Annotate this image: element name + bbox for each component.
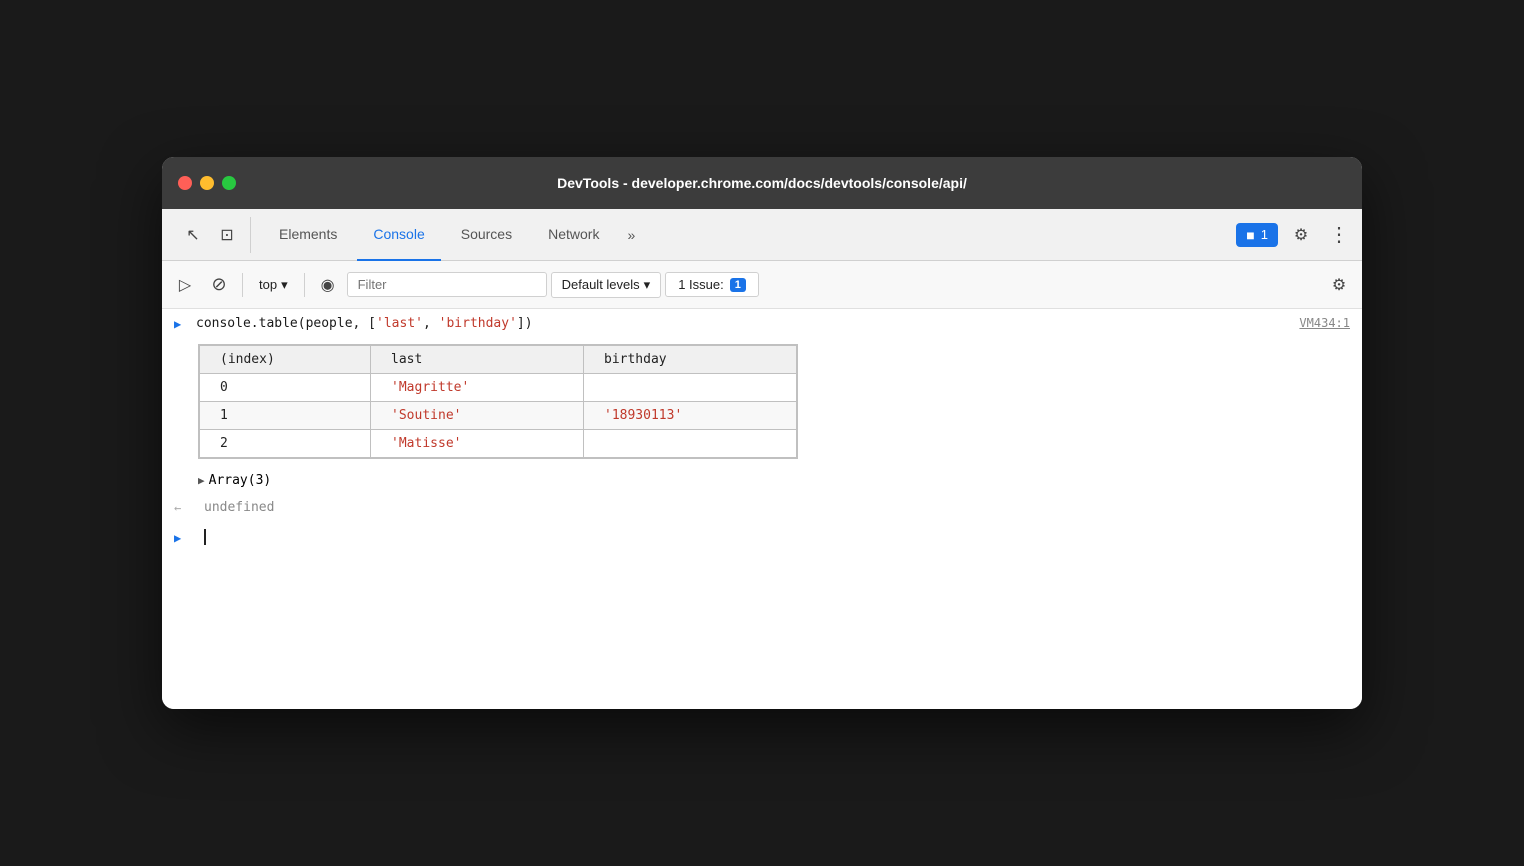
- devtools-window: DevTools - developer.chrome.com/docs/dev…: [162, 157, 1362, 709]
- default-levels-button[interactable]: Default levels ▾: [551, 272, 662, 298]
- cursor-blink: [204, 529, 206, 545]
- console-table: (index) last birthday 0 'Magritte' 1 'So…: [199, 345, 797, 458]
- code-arg2: 'birthday': [439, 316, 517, 331]
- tab-bar-right: ■ 1 ⚙ ⋮: [1236, 220, 1354, 250]
- issue-count-label: 1 Issue:: [678, 277, 724, 292]
- cell-last-0: 'Magritte': [371, 374, 584, 402]
- device-icon: ⊡: [220, 225, 233, 245]
- sidebar-open-button[interactable]: ▷: [170, 270, 200, 300]
- inspect-element-button[interactable]: ↖: [178, 220, 208, 250]
- cell-last-2: 'Matisse': [371, 430, 584, 458]
- issue-count-icon: 1: [730, 278, 746, 292]
- cell-index-0: 0: [200, 374, 371, 402]
- default-levels-arrow: ▾: [644, 277, 651, 293]
- code-prefix: console.table(people, [: [196, 316, 376, 331]
- tab-sources-label: Sources: [461, 226, 512, 242]
- tab-bar: ↖ ⊡ Elements Console Sources Network » ■…: [162, 209, 1362, 261]
- context-selector[interactable]: top ▾: [251, 273, 296, 297]
- console-settings-gear-icon: ⚙: [1332, 275, 1346, 295]
- console-content: ▶ console.table(people, ['last', 'birthd…: [162, 309, 1362, 709]
- tab-network-label: Network: [548, 226, 599, 242]
- window-title: DevTools - developer.chrome.com/docs/dev…: [557, 175, 967, 191]
- cell-index-2: 2: [200, 430, 371, 458]
- settings-gear-icon: ⚙: [1294, 225, 1308, 245]
- tab-elements[interactable]: Elements: [263, 210, 353, 261]
- context-label: top: [259, 277, 277, 292]
- prompt-arrow: ▶: [174, 530, 188, 545]
- console-command-line: ▶ console.table(people, ['last', 'birthd…: [162, 309, 1362, 340]
- console-code: console.table(people, ['last', 'birthday…: [196, 315, 1299, 333]
- console-settings-button[interactable]: ⚙: [1324, 270, 1354, 300]
- eye-button[interactable]: ◉: [313, 270, 343, 300]
- undefined-line: ← undefined: [162, 494, 1362, 521]
- issues-badge-button[interactable]: ■ 1: [1236, 223, 1278, 247]
- settings-button[interactable]: ⚙: [1286, 220, 1316, 250]
- cell-last-1: 'Soutine': [371, 402, 584, 430]
- eye-icon: ◉: [321, 275, 335, 295]
- issues-count: 1: [1261, 227, 1268, 242]
- table-row: 1 'Soutine' '18930113': [200, 402, 797, 430]
- device-toolbar-button[interactable]: ⊡: [212, 220, 242, 250]
- cell-birthday-2: [584, 430, 797, 458]
- more-options-button[interactable]: ⋮: [1324, 220, 1354, 250]
- title-bar: DevTools - developer.chrome.com/docs/dev…: [162, 157, 1362, 209]
- array-line: ▶ Array(3): [162, 467, 1362, 494]
- undefined-label: undefined: [204, 500, 274, 515]
- traffic-lights: [178, 176, 236, 190]
- array-label: Array(3): [209, 473, 272, 488]
- code-suffix: ]): [517, 316, 533, 331]
- code-comma: ,: [423, 316, 439, 331]
- issue-count-badge[interactable]: 1 Issue: 1: [665, 272, 759, 297]
- table-row: 0 'Magritte': [200, 374, 797, 402]
- issues-square-icon: ■: [1246, 227, 1254, 243]
- more-tabs-icon: »: [627, 227, 635, 243]
- clear-icon: ⊘: [211, 274, 226, 295]
- console-toolbar: ▷ ⊘ top ▾ ◉ Default levels ▾ 1 Issue: 1 …: [162, 261, 1362, 309]
- close-button[interactable]: [178, 176, 192, 190]
- more-tabs-button[interactable]: »: [619, 223, 643, 247]
- inspect-icon: ↖: [186, 225, 199, 245]
- table-header-index: (index): [200, 346, 371, 374]
- table-header-birthday: birthday: [584, 346, 797, 374]
- toolbar-separator-2: [304, 273, 305, 297]
- cell-birthday-1: '18930113': [584, 402, 797, 430]
- maximize-button[interactable]: [222, 176, 236, 190]
- tab-network[interactable]: Network: [532, 210, 615, 261]
- console-table-wrapper: (index) last birthday 0 'Magritte' 1 'So…: [198, 344, 798, 459]
- tab-bar-left-icons: ↖ ⊡: [170, 217, 251, 253]
- code-arg1: 'last': [376, 316, 423, 331]
- command-arrow[interactable]: ▶: [174, 315, 188, 333]
- tab-elements-label: Elements: [279, 226, 337, 242]
- array-expand-triangle[interactable]: ▶: [198, 474, 205, 487]
- default-levels-label: Default levels: [562, 277, 640, 292]
- tab-console[interactable]: Console: [357, 210, 440, 261]
- sidebar-open-icon: ▷: [179, 275, 191, 295]
- tab-console-label: Console: [373, 226, 424, 242]
- cell-index-1: 1: [200, 402, 371, 430]
- table-header-last: last: [371, 346, 584, 374]
- table-row: 2 'Matisse': [200, 430, 797, 458]
- minimize-button[interactable]: [200, 176, 214, 190]
- tab-sources[interactable]: Sources: [445, 210, 528, 261]
- clear-console-button[interactable]: ⊘: [204, 270, 234, 300]
- vm-link[interactable]: VM434:1: [1299, 315, 1350, 332]
- cell-birthday-0: [584, 374, 797, 402]
- cursor-line[interactable]: ▶: [162, 521, 1362, 553]
- toolbar-separator-1: [242, 273, 243, 297]
- more-vert-icon: ⋮: [1329, 222, 1349, 247]
- context-dropdown-arrow: ▾: [281, 277, 288, 293]
- filter-input[interactable]: [347, 272, 547, 297]
- return-arrow: ←: [174, 500, 188, 515]
